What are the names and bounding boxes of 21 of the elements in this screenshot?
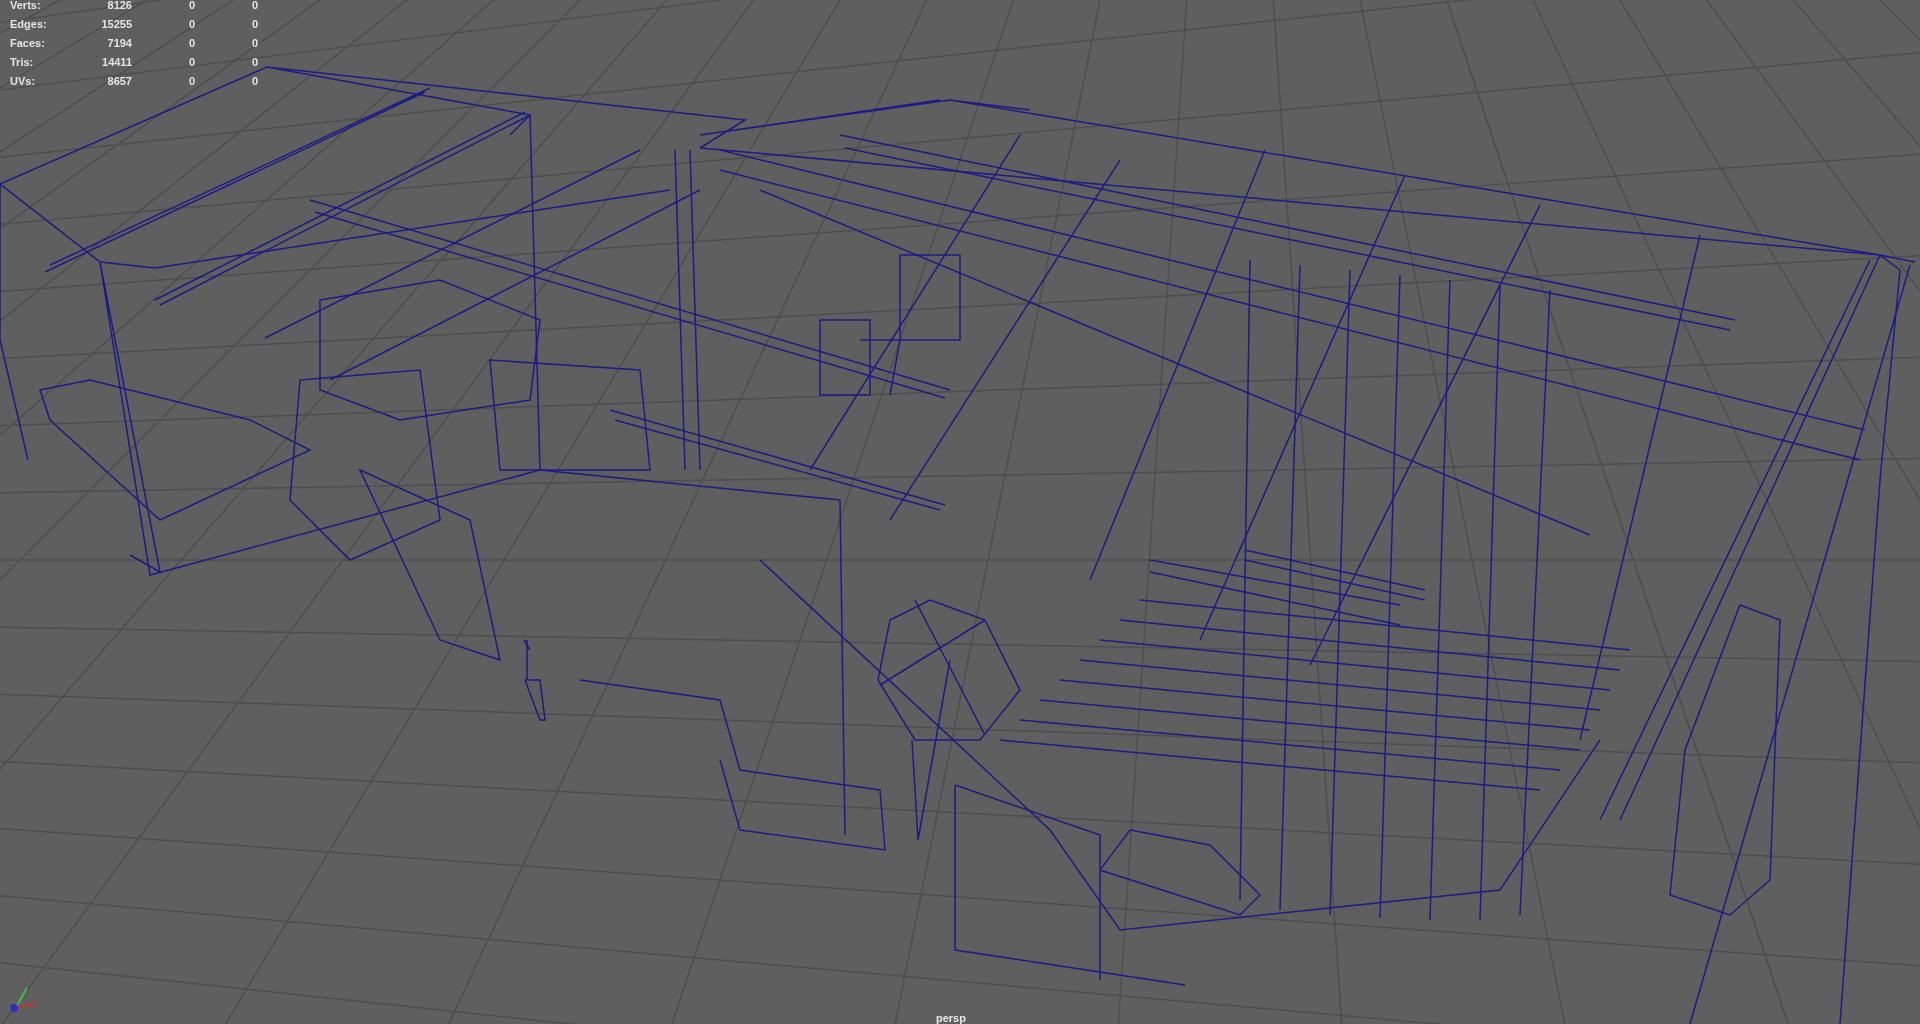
stat-value: 0 <box>250 74 258 90</box>
stat-value: 0 <box>187 0 195 14</box>
stat-label: Edges: <box>10 17 48 33</box>
stat-value: 0 <box>187 55 195 71</box>
stat-value: 0 <box>250 55 258 71</box>
stat-value: 0 <box>250 0 258 14</box>
stat-value: 0 <box>187 36 195 52</box>
stat-value: 15255 <box>100 17 132 33</box>
stat-value: 0 <box>187 17 195 33</box>
camera-label: persp <box>936 1011 966 1024</box>
stat-label: Faces: <box>10 36 46 52</box>
stat-value: 14411 <box>101 55 132 71</box>
stat-value: 0 <box>250 17 258 33</box>
stat-label: Tris: <box>10 55 35 71</box>
stat-value: 8657 <box>106 74 132 90</box>
stat-label: UVs: <box>10 74 37 90</box>
stat-value: 8126 <box>106 0 132 14</box>
stat-value: 0 <box>187 74 195 90</box>
stat-label: Verts: <box>10 0 42 14</box>
stat-value: 0 <box>250 36 258 52</box>
stat-value: 7194 <box>106 36 132 52</box>
